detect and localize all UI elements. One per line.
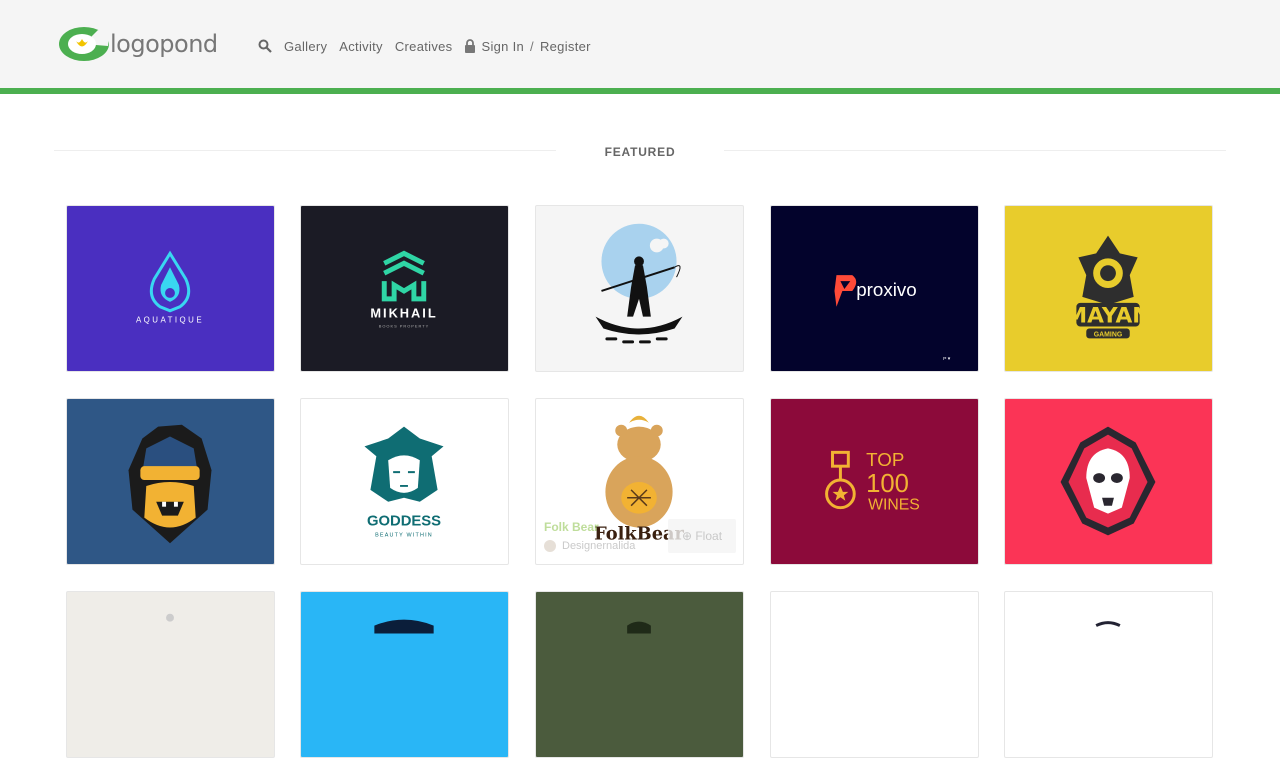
logo-tile-mikhail[interactable]: MIKHAIL BOOKS PROPERTY <box>300 205 509 372</box>
mikhail-logo-image: MIKHAIL BOOKS PROPERTY <box>370 250 437 329</box>
logo-tile-goddess[interactable]: GODDESS BEAUTY WITHIN <box>300 398 509 565</box>
tile-line-1: TOP <box>866 449 904 470</box>
tile-wordmark: AQUATIQUE <box>136 316 204 325</box>
tile-wordmark: GODDESS <box>367 513 441 529</box>
tile-subtext: BEAUTY WITHIN <box>375 532 433 538</box>
proxivo-logo-image: proxivo P ▾ <box>834 275 951 362</box>
site-header: logopond Gallery Activity Creatives Sign… <box>0 0 1280 88</box>
logo-tile-mayan-gaming[interactable]: MAYAN GAMING <box>1004 205 1213 372</box>
tile-subtext: GAMING <box>1094 331 1122 338</box>
tile-subtext: BOOKS PROPERTY <box>379 324 430 329</box>
featured-heading: FEATURED <box>0 144 1280 162</box>
nav-creatives-link[interactable]: Creatives <box>395 39 453 54</box>
nav-separator: / <box>530 38 534 54</box>
main-nav: Gallery Activity Creatives Sign In / Reg… <box>258 36 591 56</box>
logo-tile-aquatique[interactable]: AQUATIQUE <box>66 205 275 372</box>
gorilla-logo-image <box>128 424 212 544</box>
tile-wordmark: proxivo <box>856 279 917 300</box>
nav-gallery-link[interactable]: Gallery <box>284 39 327 54</box>
logo-tile-reaper[interactable] <box>1004 398 1213 565</box>
top-100-wines-logo-image: TOP 100 WINES <box>825 449 920 514</box>
reaper-logo-image <box>1060 426 1156 536</box>
section-title: FEATURED <box>604 145 676 159</box>
tile-line-3: WINES <box>868 497 920 514</box>
logo-tile-row3-1[interactable] <box>66 591 275 758</box>
logo-tile-fisherman[interactable] <box>535 205 744 372</box>
logo-tile-folk-bear[interactable]: FolkBear Folk Bear Designernalida ⊕ Floa… <box>535 398 744 565</box>
tile-wordmark: MIKHAIL <box>370 306 437 321</box>
logo-tile-image <box>166 613 174 622</box>
logo-tile-proxivo[interactable]: proxivo P ▾ <box>770 205 979 372</box>
mayan-gaming-logo-image: MAYAN GAMING <box>1066 235 1151 338</box>
float-icon: ⊕ <box>681 529 696 543</box>
register-link[interactable]: Register <box>540 39 591 54</box>
divider-left <box>54 150 556 151</box>
avatar <box>544 540 556 552</box>
logo-tile-gorilla[interactable] <box>66 398 275 565</box>
logo-tile-image <box>627 621 651 634</box>
logo[interactable]: logopond <box>58 24 218 64</box>
designer-name: Designernalida <box>562 540 636 552</box>
logo-tile-row3-5[interactable] <box>1004 591 1213 758</box>
logopond-lily-icon <box>59 27 110 61</box>
logo-tile-row3-2[interactable] <box>300 591 509 758</box>
nav-activity-link[interactable]: Activity <box>339 39 383 54</box>
svg-text:P ▾: P ▾ <box>943 356 951 362</box>
lock-icon <box>465 39 476 53</box>
tile-hover-overlay: Folk Bear Designernalida ⊕ Float <box>536 399 743 564</box>
tile-wordmark: MAYAN <box>1066 304 1151 329</box>
logo-tile-row3-4[interactable] <box>770 591 979 758</box>
tile-line-2: 100 <box>866 470 909 498</box>
header-accent-bar <box>0 88 1280 94</box>
float-button[interactable]: ⊕ Float <box>668 519 736 553</box>
search-icon[interactable] <box>258 39 272 53</box>
fisherman-logo-image <box>595 223 683 344</box>
tile-hover-title[interactable]: Folk Bear <box>544 520 599 534</box>
tile-hover-user[interactable]: Designernalida <box>544 540 635 552</box>
logo-tile-top-100-wines[interactable]: TOP 100 WINES <box>770 398 979 565</box>
sign-in-link[interactable]: Sign In <box>481 39 524 54</box>
goddess-logo-image: GODDESS BEAUTY WITHIN <box>364 426 444 538</box>
logo-tile-image <box>1095 621 1121 627</box>
logo-text: logopond <box>110 30 218 58</box>
aquatique-logo-image: AQUATIQUE <box>136 250 204 325</box>
divider-right <box>724 150 1226 151</box>
logo-tile-row3-3[interactable] <box>535 591 744 758</box>
logo-tile-image <box>374 619 434 634</box>
